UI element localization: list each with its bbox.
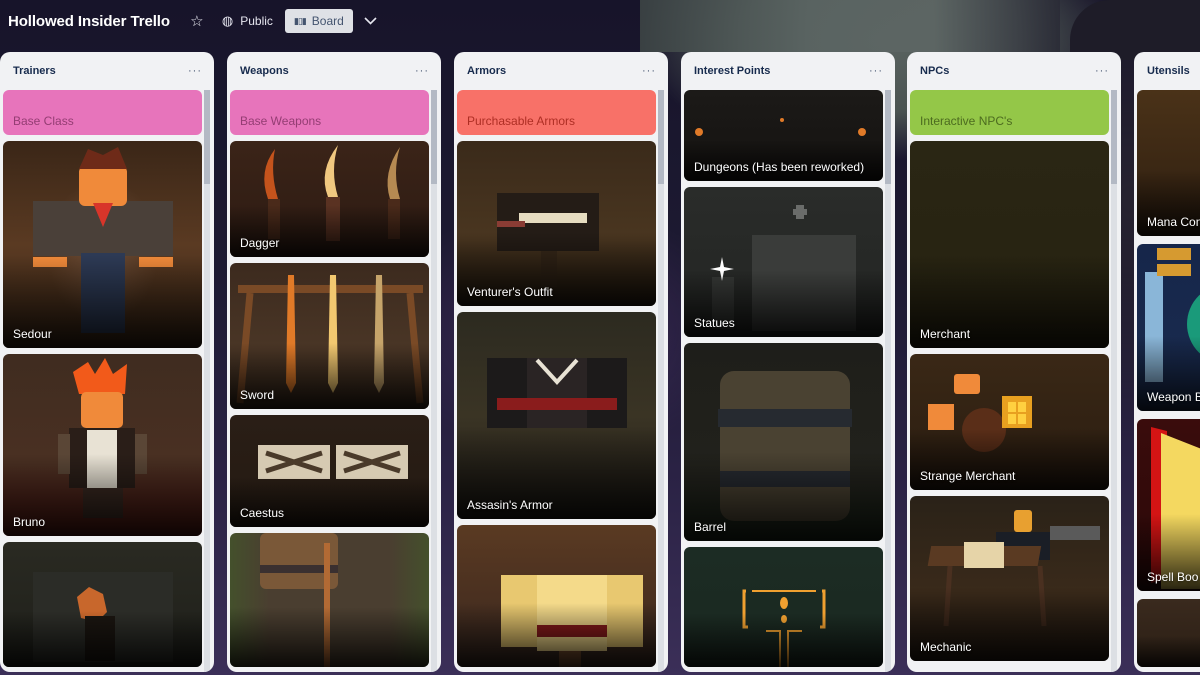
globe-icon: ◍: [221, 13, 234, 28]
list-header: Armors ···: [454, 52, 668, 90]
list-scrollbar[interactable]: [885, 90, 891, 672]
card-title: Sedour: [13, 327, 52, 341]
list-title[interactable]: Weapons: [240, 65, 289, 77]
card-title: Purchasable Armors: [467, 114, 576, 128]
card-label[interactable]: Base Class: [3, 90, 202, 135]
list-armors: Armors ··· Purchasable Armors Venturer's…: [454, 52, 668, 672]
board-view-label: Board: [311, 14, 344, 28]
card[interactable]: [457, 525, 656, 667]
board-lists: Trainers ··· Base Class Sedour Bruno Wea…: [0, 52, 1200, 675]
list-title[interactable]: NPCs: [920, 65, 949, 77]
list-scrollbar[interactable]: [431, 90, 437, 672]
list-title[interactable]: Trainers: [13, 65, 56, 77]
card-cover-image: [1151, 427, 1200, 589]
card-cover-image: [487, 358, 627, 428]
card-title: Dungeons (Has been reworked): [694, 160, 865, 174]
list-menu-icon[interactable]: ···: [188, 65, 202, 77]
card-cover-image: [742, 589, 826, 667]
visibility-button[interactable]: ◍ Public: [222, 13, 273, 29]
card-cover-image: [58, 358, 147, 518]
card-title: Interactive NPC's: [920, 114, 1013, 128]
card-cover-image: [33, 147, 173, 333]
list-menu-icon[interactable]: ···: [642, 65, 656, 77]
card-title: Statues: [694, 316, 735, 330]
card[interactable]: Mana Con: [1137, 90, 1200, 236]
list-menu-icon[interactable]: ···: [1095, 65, 1109, 77]
card[interactable]: Mechanic: [910, 496, 1109, 661]
card-cover-image: [1145, 248, 1200, 382]
card[interactable]: Strange Merchant: [910, 354, 1109, 490]
card[interactable]: [3, 542, 202, 667]
card-cover-image: [718, 371, 852, 521]
card[interactable]: Spell Boo: [1137, 419, 1200, 591]
card-label[interactable]: Interactive NPC's: [910, 90, 1109, 135]
list-menu-icon[interactable]: ···: [415, 65, 429, 77]
list-header: Interest Points ···: [681, 52, 895, 90]
card[interactable]: Merchant: [910, 141, 1109, 348]
card[interactable]: Assasin's Armor: [457, 312, 656, 519]
star-icon[interactable]: ☆: [186, 10, 208, 32]
chevron-down-icon[interactable]: [361, 17, 381, 25]
card-cover-image: [927, 510, 1100, 627]
card-title: Mechanic: [920, 640, 972, 654]
card-title: Base Weapons: [240, 114, 322, 128]
list-header: Utensils ···: [1134, 52, 1200, 90]
card-title: Strange Merchant: [920, 469, 1016, 483]
card-title: Venturer's Outfit: [467, 285, 553, 299]
card[interactable]: [684, 547, 883, 667]
list-interest-points: Interest Points ··· Dungeons (Has been r…: [681, 52, 895, 672]
card-cover-image: [910, 141, 1109, 348]
list-menu-icon[interactable]: ···: [869, 65, 883, 77]
card-cover-image: [33, 572, 173, 662]
card-title: Mana Con: [1147, 215, 1200, 229]
list-trainers: Trainers ··· Base Class Sedour Bruno: [0, 52, 214, 672]
list-scrollbar[interactable]: [204, 90, 210, 672]
card-title: Dagger: [240, 236, 280, 250]
card[interactable]: [230, 533, 429, 667]
list-weapons: Weapons ··· Base Weapons Dagger Sword Ca…: [227, 52, 441, 672]
list-scrollbar[interactable]: [658, 90, 664, 672]
card-title: Barrel: [694, 520, 727, 534]
list-title[interactable]: Armors: [467, 65, 506, 77]
list-title[interactable]: Interest Points: [694, 65, 770, 77]
board-icon: ▮▯▮: [293, 15, 307, 26]
card-title: Base Class: [13, 114, 74, 128]
card-title: Merchant: [920, 327, 971, 341]
card-title: Sword: [240, 388, 275, 402]
card-cover-image: [260, 533, 338, 667]
card-cover-image: [710, 205, 856, 331]
card-title: Spell Boo: [1147, 570, 1199, 584]
list-npcs: NPCs ··· Interactive NPC's Merchant Stra…: [907, 52, 1121, 672]
list-header: NPCs ···: [907, 52, 1121, 90]
card-title: Assasin's Armor: [467, 498, 553, 512]
card[interactable]: Sword: [230, 263, 429, 409]
card[interactable]: Venturer's Outfit: [457, 141, 656, 306]
card[interactable]: [1137, 599, 1200, 667]
card-cover-image: [497, 193, 599, 287]
visibility-label: Public: [240, 14, 273, 28]
list-scrollbar[interactable]: [1111, 90, 1117, 672]
board-view-button[interactable]: ▮▯▮ Board: [284, 9, 353, 33]
board-title[interactable]: Hollowed Insider Trello: [8, 13, 170, 30]
card[interactable]: Dungeons (Has been reworked): [684, 90, 883, 181]
card[interactable]: Barrel: [684, 343, 883, 541]
card[interactable]: Bruno: [3, 354, 202, 536]
list-header: Trainers ···: [0, 52, 214, 90]
list-title[interactable]: Utensils: [1147, 65, 1190, 77]
card-cover-image: [1137, 599, 1200, 667]
list-header: Weapons ···: [227, 52, 441, 90]
card-label[interactable]: Base Weapons: [230, 90, 429, 135]
card[interactable]: Weapon B: [1137, 244, 1200, 411]
card[interactable]: Sedour: [3, 141, 202, 348]
card-title: Caestus: [240, 506, 285, 520]
card-cover-image: [501, 575, 643, 667]
card-label[interactable]: Purchasable Armors: [457, 90, 656, 135]
card[interactable]: Caestus: [230, 415, 429, 527]
list-utensils: Utensils ··· Mana Con Weapon B: [1134, 52, 1200, 672]
card[interactable]: Dagger: [230, 141, 429, 257]
card-title: Weapon B: [1147, 390, 1200, 404]
card-title: Bruno: [13, 515, 46, 529]
board-header: Hollowed Insider Trello ☆ ◍ Public ▮▯▮ B…: [0, 0, 1200, 42]
card[interactable]: Statues: [684, 187, 883, 337]
